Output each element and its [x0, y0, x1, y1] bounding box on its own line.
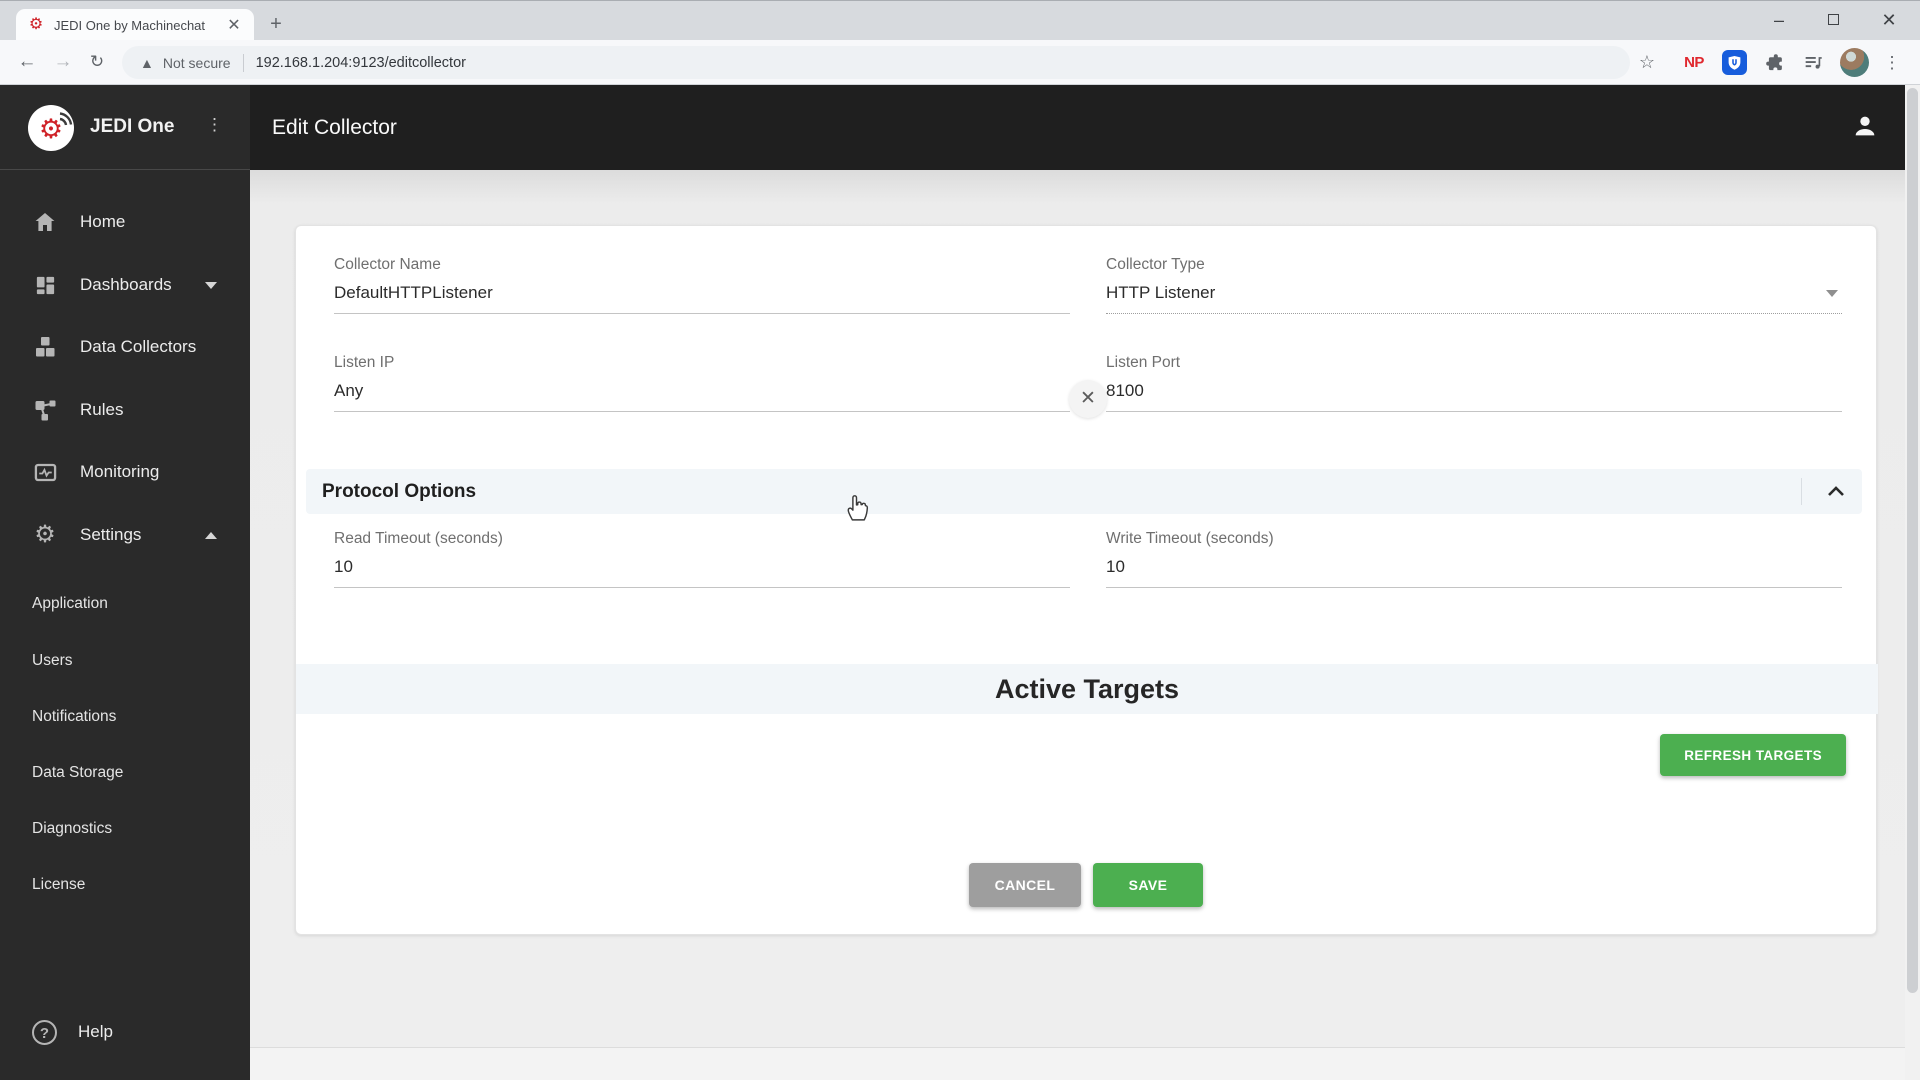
select-caret-icon [1826, 290, 1838, 297]
sidebar-item-dashboards[interactable]: Dashboards [0, 263, 250, 307]
tab-title: JEDI One by Machinechat [54, 17, 206, 33]
bitwarden-shield-icon[interactable] [1718, 40, 1750, 85]
window-close-button[interactable]: ✕ [1866, 1, 1912, 41]
profile-avatar[interactable] [1838, 40, 1870, 85]
read-timeout-input[interactable] [334, 557, 1070, 588]
shield-icon [1728, 55, 1740, 70]
protocol-options-header[interactable]: Protocol Options [306, 469, 1862, 514]
collector-name-label: Collector Name [334, 256, 441, 273]
sidebar-item-rules[interactable]: Rules [0, 388, 250, 432]
sidebar-menu-dots-icon[interactable]: ⋮ [206, 115, 223, 135]
sidebar: ⚙ JEDI One ⋮ Home Dashboards Data Collec… [0, 85, 250, 1080]
sidebar-item-users[interactable]: Users [0, 642, 250, 680]
not-secure-warning-icon[interactable]: ▲ [140, 55, 154, 71]
collapse-chevron-icon[interactable] [1826, 485, 1846, 503]
new-tab-button[interactable]: + [262, 11, 290, 39]
sidebar-item-monitoring[interactable]: Monitoring [0, 450, 250, 494]
main-content: Collector Name Collector Type HTTP Liste… [250, 170, 1905, 1080]
jedi-favicon-gear-icon: ⚙ [28, 16, 44, 33]
chevron-down-icon [205, 281, 217, 289]
back-icon[interactable]: ← [10, 40, 44, 85]
write-timeout-label: Write Timeout (seconds) [1106, 530, 1274, 547]
window-minimize-button[interactable]: – [1756, 1, 1802, 41]
protocol-options-title: Protocol Options [322, 481, 477, 502]
sidebar-divider [0, 169, 250, 170]
read-timeout-label: Read Timeout (seconds) [334, 530, 503, 547]
rules-icon [32, 397, 58, 423]
sidebar-item-help[interactable]: ? Help [0, 1010, 250, 1054]
sidebar-item-license[interactable]: License [0, 866, 250, 904]
omnibox-divider [242, 53, 244, 72]
home-icon [32, 209, 58, 235]
collector-type-field: Collector Type HTTP Listener [1106, 256, 1842, 314]
sidebar-item-notifications[interactable]: Notifications [0, 698, 250, 736]
collector-type-select[interactable]: HTTP Listener [1106, 283, 1842, 314]
browser-window: ⚙ JEDI One by Machinechat ✕ + – ✕ ← → ↻ … [0, 0, 1920, 1080]
chevron-up-icon [205, 531, 217, 539]
collector-type-label: Collector Type [1106, 256, 1205, 273]
collector-type-value: HTTP Listener [1106, 283, 1216, 302]
media-playlist-icon[interactable] [1797, 40, 1829, 85]
url-text[interactable]: 192.168.1.204:9123/editcollector [256, 55, 466, 71]
page-scrollbar[interactable] [1905, 85, 1920, 1080]
write-timeout-input[interactable] [1106, 557, 1842, 588]
browser-titlebar: ⚙ JEDI One by Machinechat ✕ + – ✕ [0, 0, 1920, 41]
extensions-puzzle-icon[interactable] [1758, 40, 1790, 85]
refresh-targets-button[interactable]: REFRESH TARGETS [1660, 734, 1846, 776]
bookmark-star-icon[interactable]: ☆ [1631, 40, 1663, 85]
cancel-button[interactable]: CANCEL [969, 863, 1081, 907]
collector-name-input[interactable] [334, 283, 1070, 314]
browser-toolbar: ← → ↻ ▲ Not secure 192.168.1.204:9123/ed… [0, 40, 1920, 85]
page-title: Edit Collector [272, 116, 397, 139]
listen-port-input[interactable] [1106, 381, 1842, 412]
security-label[interactable]: Not secure [163, 55, 231, 71]
reload-icon[interactable]: ↻ [80, 40, 114, 85]
help-question-icon: ? [32, 1019, 57, 1045]
write-timeout-field: Write Timeout (seconds) [1106, 530, 1842, 588]
monitoring-icon [32, 459, 58, 485]
logo-signal-icon [59, 112, 73, 126]
save-button[interactable]: SAVE [1093, 863, 1203, 907]
address-bar[interactable]: ▲ Not secure 192.168.1.204:9123/editcoll… [122, 46, 1630, 79]
content-footer-strip [250, 1047, 1905, 1080]
settings-gear-icon: ⚙ [34, 521, 56, 548]
sidebar-item-settings[interactable]: ⚙ Settings [0, 513, 250, 557]
sidebar-item-diagnostics[interactable]: Diagnostics [0, 810, 250, 848]
jedi-logo: ⚙ [28, 105, 74, 151]
app-header: Edit Collector [250, 85, 1905, 170]
scrollbar-thumb[interactable] [1907, 88, 1918, 993]
forward-icon[interactable]: → [46, 40, 80, 85]
sidebar-item-home[interactable]: Home [0, 200, 250, 244]
data-collectors-icon [32, 334, 58, 360]
sidebar-item-data-collectors[interactable]: Data Collectors [0, 325, 250, 369]
listen-port-label: Listen Port [1106, 354, 1181, 371]
sidebar-item-data-storage[interactable]: Data Storage [0, 754, 250, 792]
dashboards-icon [32, 272, 58, 298]
active-targets-title: Active Targets [994, 674, 1180, 704]
collector-name-field: Collector Name [334, 256, 1070, 314]
tab-close-icon[interactable]: ✕ [224, 15, 244, 35]
edit-collector-card: Collector Name Collector Type HTTP Liste… [295, 225, 1878, 935]
brand-header[interactable]: ⚙ JEDI One ⋮ [0, 105, 250, 155]
listen-ip-input[interactable] [334, 381, 1070, 412]
read-timeout-field: Read Timeout (seconds) [334, 530, 1070, 588]
listen-port-field: Listen Port [1106, 354, 1842, 412]
browser-tab[interactable]: ⚙ JEDI One by Machinechat ✕ [16, 9, 254, 41]
listen-ip-label: Listen IP [334, 354, 395, 371]
panel-divider [1801, 478, 1802, 505]
np-extension-icon[interactable]: NP [1678, 40, 1710, 85]
sidebar-item-application[interactable]: Application [0, 585, 250, 623]
clear-ip-icon[interactable]: ✕ [1069, 380, 1107, 418]
window-maximize-button[interactable] [1810, 1, 1856, 41]
browser-menu-icon[interactable]: ⋮ [1876, 40, 1908, 85]
user-account-icon[interactable] [1851, 112, 1879, 145]
active-targets-section: Active Targets [296, 664, 1878, 714]
brand-name: JEDI One [90, 116, 175, 137]
listen-ip-field: Listen IP ✕ [334, 354, 1107, 418]
